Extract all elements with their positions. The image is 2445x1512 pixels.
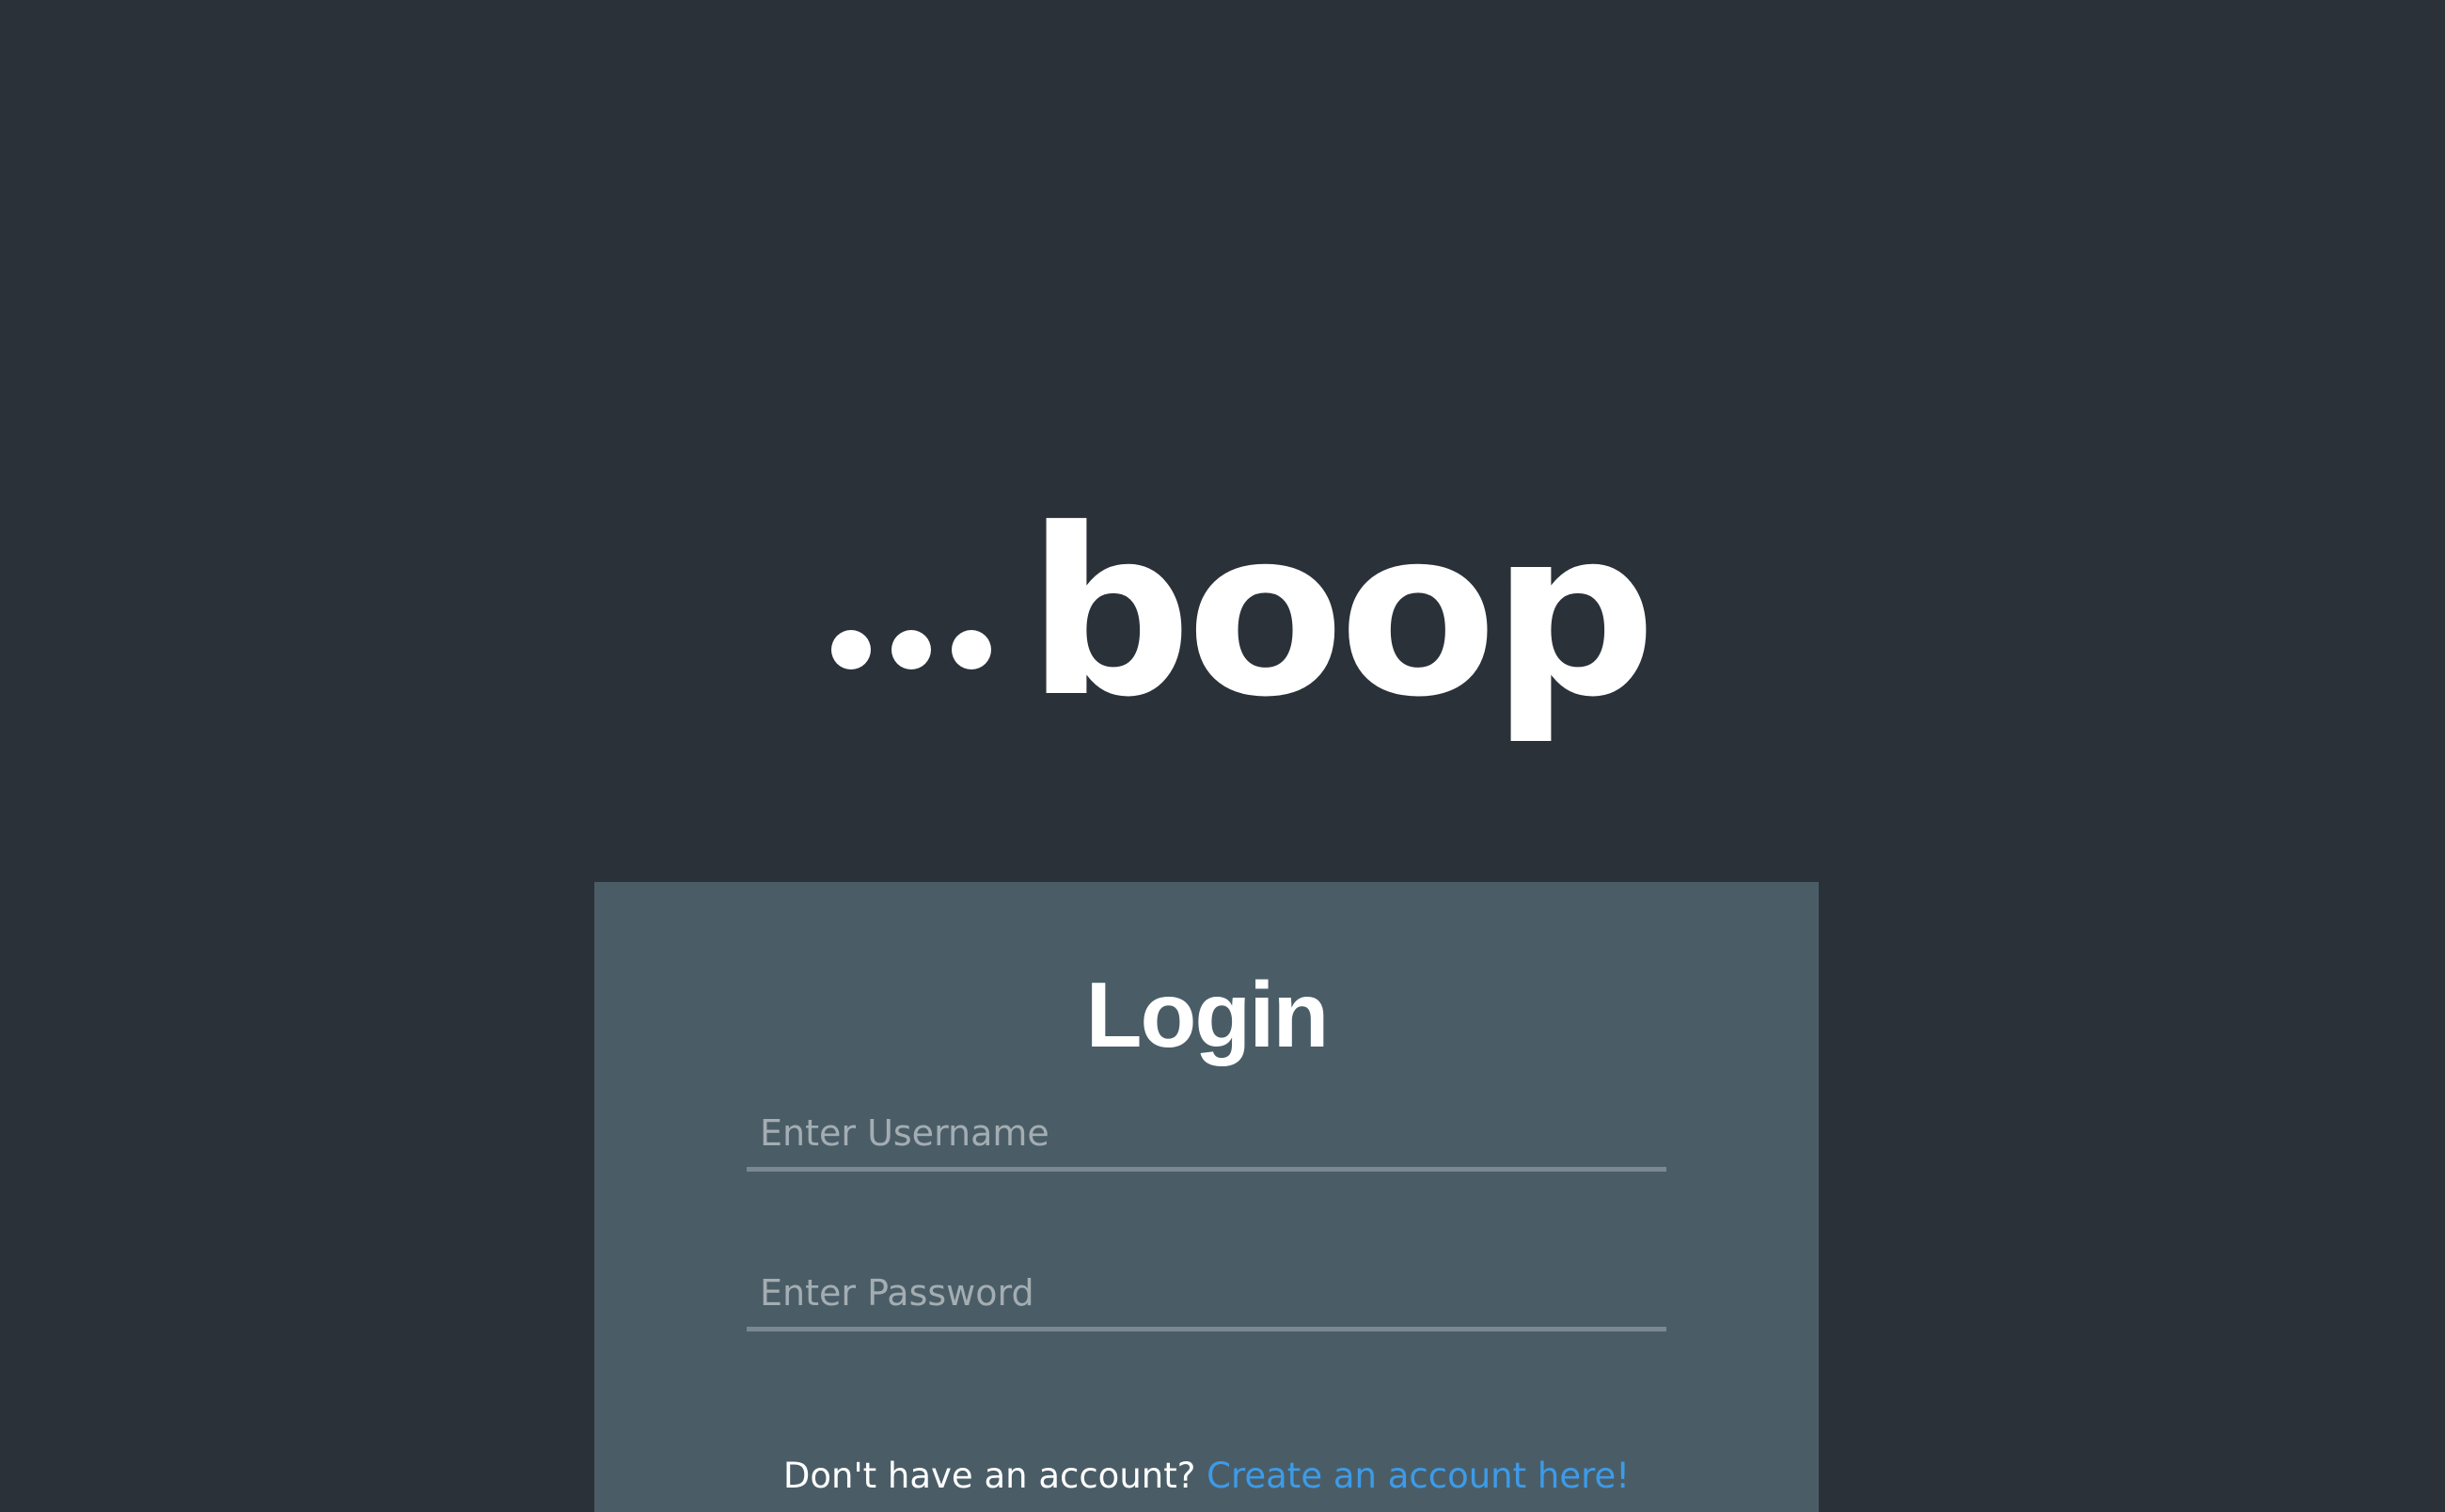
login-card: Login Don't have an account? Create an a…: [594, 882, 1819, 1512]
logo-dot: [831, 630, 871, 669]
create-account-link[interactable]: Create an account here!: [1207, 1456, 1630, 1496]
password-input[interactable]: [747, 1258, 1666, 1331]
username-input[interactable]: [747, 1098, 1666, 1172]
login-title: Login: [1085, 963, 1330, 1066]
logo-wordmark: boop: [1027, 480, 1656, 748]
ellipsis-dots-icon: [831, 630, 1001, 686]
brand-logo: boop: [818, 498, 1664, 790]
logo-dot: [952, 630, 991, 669]
signup-prompt: Don't have an account? Create an account…: [594, 1456, 1819, 1496]
logo-dot: [891, 630, 931, 669]
signup-prompt-text: Don't have an account?: [782, 1456, 1196, 1496]
